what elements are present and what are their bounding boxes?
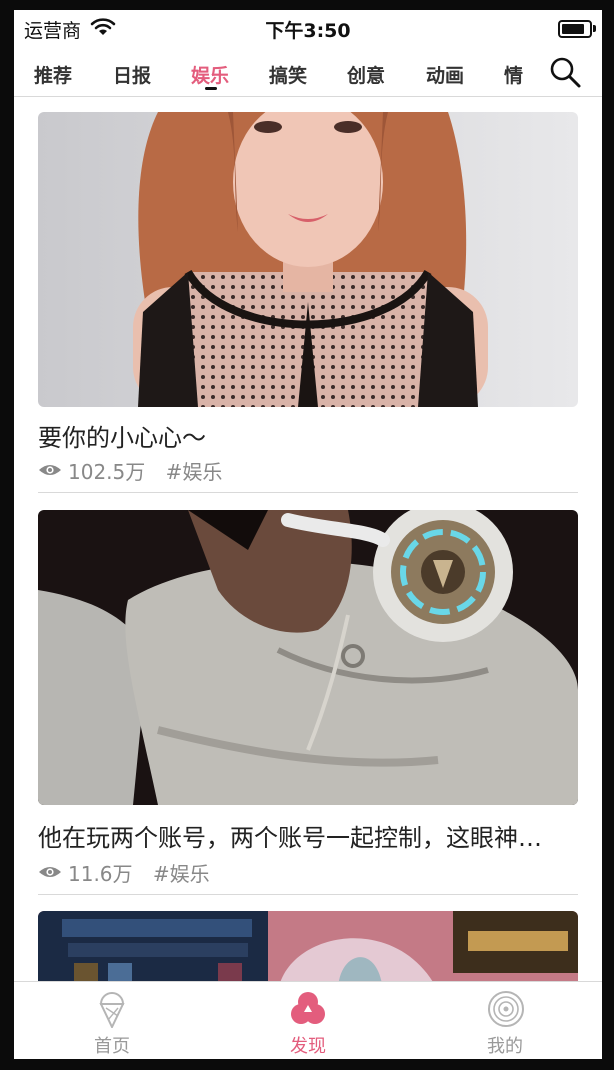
tab-animation[interactable]: 动画 <box>426 61 464 88</box>
video-thumbnail[interactable] <box>38 911 578 991</box>
battery-icon <box>558 20 596 38</box>
bottom-tab-label: 发现 <box>290 1036 326 1057</box>
video-title[interactable]: 要你的小心心～ <box>38 418 206 453</box>
tab-funny[interactable]: 搞笑 <box>269 61 307 88</box>
tab-creative[interactable]: 创意 <box>347 61 385 88</box>
bottom-tab-bar: 首页 发现 我的 <box>14 981 602 1059</box>
tab-recommend[interactable]: 推荐 <box>34 61 72 88</box>
clock: 下午3:50 <box>265 20 351 42</box>
ice-cream-icon <box>94 990 130 1030</box>
active-tab-indicator <box>205 87 217 90</box>
view-count: 11.6万 <box>68 862 133 886</box>
divider <box>38 894 578 895</box>
bottom-tab-label: 我的 <box>487 1036 523 1057</box>
video-title[interactable]: 他在玩两个账号，两个账号一起控制，这眼神… <box>38 818 542 853</box>
category-tabs: 推荐 日报 娱乐 搞笑 创意 动画 情 <box>14 50 602 97</box>
divider <box>38 492 578 493</box>
video-tag[interactable]: #娱乐 <box>153 862 210 886</box>
eye-icon <box>38 861 62 885</box>
tab-daily[interactable]: 日报 <box>113 61 151 88</box>
view-count: 102.5万 <box>68 460 146 484</box>
profile-icon <box>487 990 524 1028</box>
app-screen: 运营商 下午3:50 推荐 日报 娱乐 搞笑 创意 动画 情 要你的小心心～ 1… <box>14 10 602 1059</box>
eye-icon <box>38 459 62 483</box>
tab-entertainment[interactable]: 娱乐 <box>191 61 229 88</box>
discover-icon <box>290 990 326 1028</box>
search-icon[interactable] <box>548 55 582 89</box>
bottom-tab-label: 首页 <box>94 1036 130 1057</box>
video-thumbnail[interactable] <box>38 112 578 407</box>
video-meta: 11.6万 #娱乐 <box>38 858 210 887</box>
video-tag[interactable]: #娱乐 <box>166 460 223 484</box>
tab-emotion[interactable]: 情 <box>504 61 523 88</box>
video-meta: 102.5万 #娱乐 <box>38 456 222 485</box>
status-bar: 运营商 下午3:50 <box>14 10 602 46</box>
video-thumbnail[interactable] <box>38 510 578 805</box>
